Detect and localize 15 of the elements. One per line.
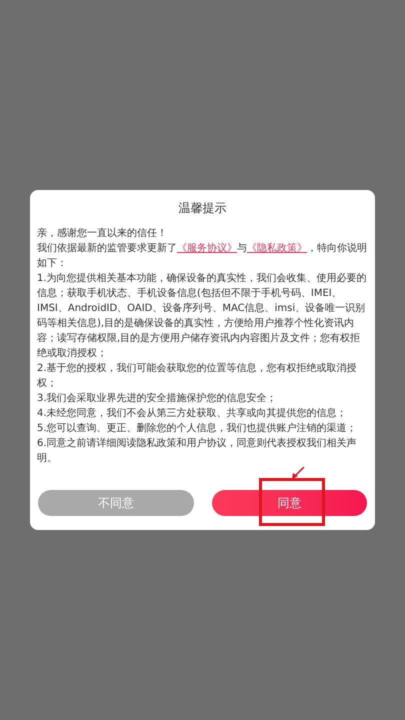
agree-button[interactable]: 同意 — [212, 490, 367, 516]
policy-link[interactable]: 《隐私政策》 — [247, 243, 307, 254]
notice-item: 1.为向您提供相关基本功能，确保设备的真实性，我们会收集、使用必要的信息；获取手机状态、手机设备信息(包括但不限于手机号码、IMEI、IMSI、AndroidID、OAID、设备序列号、MAC信息、imsi、设备唯一识别码等相关信息),目的是确保设备的真实性，方便给用户推荐个性化资讯内容；读写存储权限,目的是方便用户储存资讯内内容图片及文件；您有权拒绝或取消授权； — [37, 272, 368, 361]
notice-item: 4.未经您同意，我们不会从第三方处获取、共享或向其提供您的信息； — [37, 406, 348, 421]
notice-item: 3.我们会采取业界先进的安全措施保护您的信息安全； — [37, 392, 278, 406]
disagree-button[interactable]: 不同意 — [38, 490, 194, 516]
annotation-box — [259, 478, 325, 526]
annotation-arrow-drawing — [291, 467, 305, 479]
notice-item: 5.您可以查询、更正、删除您的个人信息，我们也提供账户注销的渠道； — [37, 422, 358, 436]
policy-link[interactable]: 《服务协议》 — [177, 243, 237, 254]
greeting-text: 亲，感谢您一直以来的信任！ — [37, 226, 168, 241]
notice-item: 2.基于您的授权，我们可能会获取您的位置等信息，您有权拒绝或取消授权； — [37, 362, 358, 391]
dialog-title: 温馨提示 — [178, 200, 228, 216]
notice-item: 6.同意之前请详细阅读隐私政策和用户协议，同意则代表授权我们相关声明。 — [37, 436, 358, 466]
notice-text: 我们依据最新的监管要求更新了《服务协议》与《隐私政策》，特向你说明如下： — [37, 242, 368, 271]
